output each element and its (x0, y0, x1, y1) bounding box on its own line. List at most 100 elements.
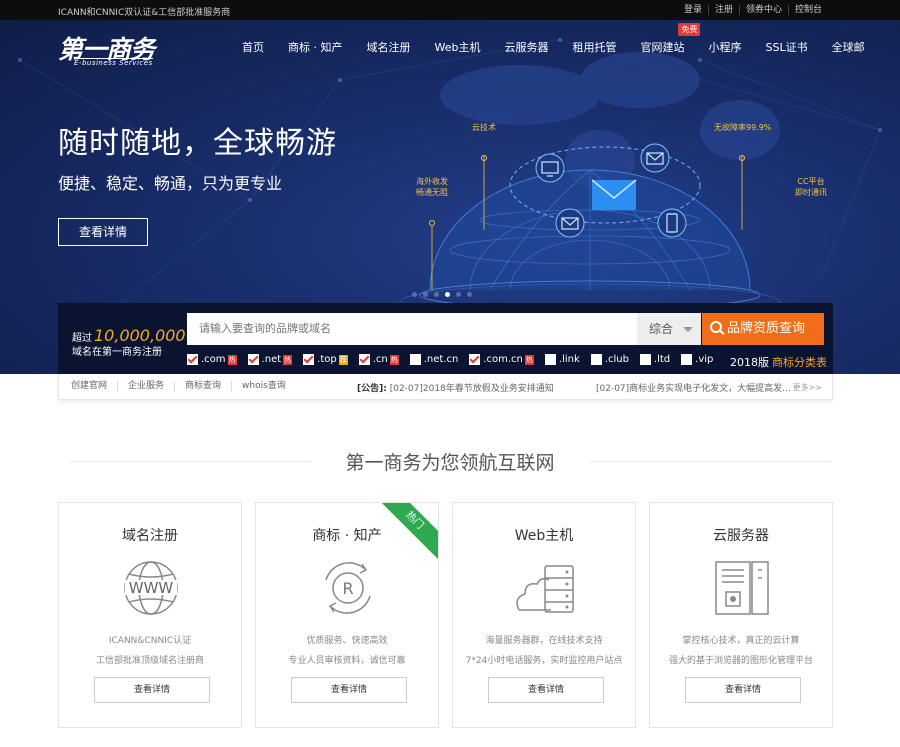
card-desc-2: 工信部批准顶级域名注册商 (95, 656, 204, 666)
news-strip: 创建官网 企业服务 商标查询 whois查询 [公告]: [02-07]2018… (58, 374, 833, 400)
announcement-2[interactable]: [02-07]商标业务实现电子化发文，大幅提高发... (596, 381, 791, 394)
tld-label: .com.cn (483, 354, 523, 365)
tld-option[interactable]: .top 荐 (303, 354, 348, 365)
tld-checkbox[interactable] (590, 354, 602, 365)
quick-link-enterprise[interactable]: 企业服务 (117, 381, 174, 392)
tld-checkbox[interactable] (544, 354, 556, 365)
card-desc-1: 掌控核心技术，真正的云计算 (682, 636, 800, 646)
label-cc-line2: 即时通讯 (795, 188, 827, 197)
card-title: 商标 · 知产 (312, 528, 382, 544)
tld-checkbox[interactable] (409, 354, 421, 365)
carousel-dot[interactable] (434, 292, 439, 297)
tld-option[interactable]: .net 热 (247, 354, 293, 365)
certification-notice: ICANN和CNNIC双认证&工信部批准服务商 (58, 8, 231, 18)
nav-global-mail[interactable]: 全球邮 (832, 39, 865, 55)
svg-text:WWW: WWW (129, 579, 174, 597)
tld-checkbox[interactable] (358, 354, 370, 365)
tld-label: .vip (695, 354, 714, 365)
tld-tag-badge: 热 (283, 354, 293, 365)
tld-checkbox[interactable] (187, 354, 198, 365)
nav-website-builder[interactable]: 官网建站 免费 (640, 23, 701, 55)
tld-checkbox[interactable] (469, 354, 481, 365)
tld-tag-badge: 荐 (338, 354, 348, 365)
service-card-trademark: 热门 商标 · 知产 R 优质服务、快速高效 专业人员审核资料，诚信可靠 查看详… (255, 502, 439, 728)
site-logo[interactable]: 第一商务 E-business Services (58, 30, 168, 67)
logo-subtitle: E-business Services (74, 58, 153, 67)
account-links: 登录 注册 领券中心 控制台 (678, 5, 828, 15)
coupon-center-link[interactable]: 领券中心 (738, 5, 788, 15)
class-table-label: 商标分类表 (772, 356, 827, 369)
nav-trademark[interactable]: 商标 · 知产 (288, 39, 343, 55)
carousel-dot[interactable] (456, 292, 461, 297)
register-link[interactable]: 注册 (707, 5, 739, 15)
svg-text:R: R (342, 579, 353, 598)
card-desc-2: 7*24小时电话服务，实时监控用户站点 (465, 656, 623, 666)
search-type-select[interactable]: 综合 (637, 313, 701, 345)
search-button-label: 品牌资质查询 (727, 321, 806, 336)
quick-link-trademark-search[interactable]: 商标查询 (174, 381, 231, 392)
tld-label: .net.cn (423, 354, 459, 365)
hero-details-button[interactable]: 查看详情 (58, 218, 148, 246)
carousel-dots (412, 292, 472, 297)
card-title: 域名注册 (122, 528, 178, 544)
service-card-cloud-server: 云服务器 掌控核心技术，真正的云计算 强大的基于浏览器的图形化管理平台 查看详情 (649, 502, 833, 728)
announcement-1[interactable]: [公告]: [02-07]2018年春节放假及业务安排通知 (357, 381, 554, 394)
nav-cloud-server[interactable]: 云服务器 (504, 39, 548, 55)
tld-label: .ltd (653, 354, 671, 365)
tld-tag-badge: 热 (524, 354, 534, 365)
tld-option[interactable]: .club (590, 354, 629, 365)
tld-option[interactable]: .cn 热 (358, 354, 399, 365)
tld-option[interactable]: .com.cn 热 (469, 354, 534, 365)
search-input[interactable] (187, 313, 637, 345)
tld-label: .com (201, 354, 226, 365)
tld-tag-badge: 热 (389, 354, 399, 365)
quick-links: 创建官网 企业服务 商标查询 whois查询 (71, 381, 296, 392)
label-overseas-line1: 海外收发 (416, 177, 448, 186)
tld-checkbox[interactable] (303, 354, 315, 365)
details-button[interactable]: 查看详情 (291, 677, 407, 703)
more-link[interactable]: 更多>> (793, 382, 822, 393)
tld-tag-badge: 热 (227, 354, 237, 365)
tld-label: .net (261, 354, 282, 365)
tld-option[interactable]: .net.cn (409, 354, 459, 365)
tld-checkbox[interactable] (681, 354, 693, 365)
nav-mini-program[interactable]: 小程序 (708, 39, 741, 55)
trademark-class-link[interactable]: 2018版 商标分类表 (730, 354, 827, 370)
details-button[interactable]: 查看详情 (685, 677, 801, 703)
label-cloud-tech: 云技术 (472, 123, 496, 132)
quick-link-whois[interactable]: whois查询 (231, 381, 296, 392)
login-link[interactable]: 登录 (678, 5, 708, 15)
nav-home[interactable]: 首页 (242, 39, 264, 55)
service-card-domain: 域名注册 WWW ICANN&CNNIC认证 工信部批准顶级域名注册商 查看详情 (58, 502, 242, 728)
tld-checkbox[interactable] (639, 354, 651, 365)
quick-link-create-site[interactable]: 创建官网 (71, 381, 117, 392)
tld-label: .club (604, 354, 629, 365)
card-desc-1: 海量服务器群，在线技术支持 (485, 636, 603, 646)
label-overseas-line2: 畅通无阻 (416, 188, 448, 197)
tld-option[interactable]: .com 热 (187, 354, 237, 365)
console-link[interactable]: 控制台 (787, 5, 828, 15)
carousel-dot[interactable] (412, 292, 417, 297)
card-desc-2: 强大的基于浏览器的图形化管理平台 (668, 656, 813, 666)
registered-trademark-icon: R (325, 562, 371, 614)
search-icon (710, 321, 722, 333)
domain-search-panel: 超过10,000,000 域名在第一商务注册 综合 品牌资质查询 .com热.n… (58, 303, 833, 374)
tld-option[interactable]: .vip (681, 354, 713, 365)
carousel-dot-active[interactable] (445, 292, 450, 297)
nav-website-builder-label: 官网建站 (640, 41, 685, 54)
carousel-dot[interactable] (467, 292, 472, 297)
nav-web-hosting[interactable]: Web主机 (435, 39, 481, 55)
free-badge: 免费 (678, 23, 701, 36)
nav-domain[interactable]: 域名注册 (367, 39, 411, 55)
tld-option[interactable]: .link (544, 354, 580, 365)
nav-ssl[interactable]: SSL证书 (765, 39, 807, 55)
announcement-1-text: [02-07]2018年春节放假及业务安排通知 (389, 384, 554, 394)
carousel-dot[interactable] (423, 292, 428, 297)
details-button[interactable]: 查看详情 (94, 677, 210, 703)
search-type-value: 综合 (649, 322, 674, 336)
details-button[interactable]: 查看详情 (488, 677, 604, 703)
search-button[interactable]: 品牌资质查询 (702, 313, 824, 345)
tld-checkbox[interactable] (247, 354, 259, 365)
tld-option[interactable]: .ltd (639, 354, 671, 365)
nav-hosting-rental[interactable]: 租用托管 (572, 39, 616, 55)
